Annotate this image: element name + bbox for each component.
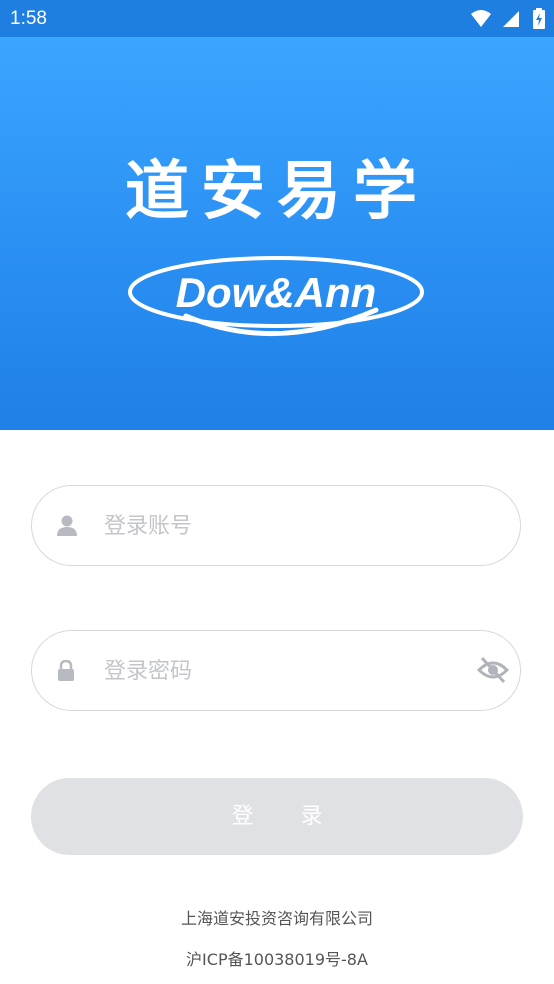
company-name: 上海道安投资咨询有限公司 — [180, 909, 373, 928]
lock-icon — [58, 660, 74, 681]
app-title: 道安易学 — [125, 154, 429, 229]
username-input[interactable] — [104, 504, 464, 548]
cellular-signal-icon — [502, 11, 519, 27]
username-field[interactable] — [31, 485, 521, 566]
password-field[interactable] — [31, 630, 521, 711]
login-button[interactable]: 登 录 — [31, 778, 523, 855]
logo-text: Dow&Ann — [176, 269, 377, 316]
brand-logo: Dow&Ann — [128, 256, 424, 337]
wifi-icon — [470, 10, 491, 27]
status-time: 1:58 — [10, 8, 47, 29]
status-bar: 1:58 — [0, 0, 554, 37]
user-icon — [57, 515, 77, 536]
password-input[interactable] — [104, 649, 464, 693]
eye-off-icon[interactable] — [477, 656, 509, 684]
icp-number: 沪ICP备10038019号-8A — [186, 950, 368, 969]
hero-banner: 道安易学 Dow&Ann — [0, 37, 554, 430]
battery-charging-icon — [533, 8, 545, 29]
status-icons — [470, 8, 546, 29]
